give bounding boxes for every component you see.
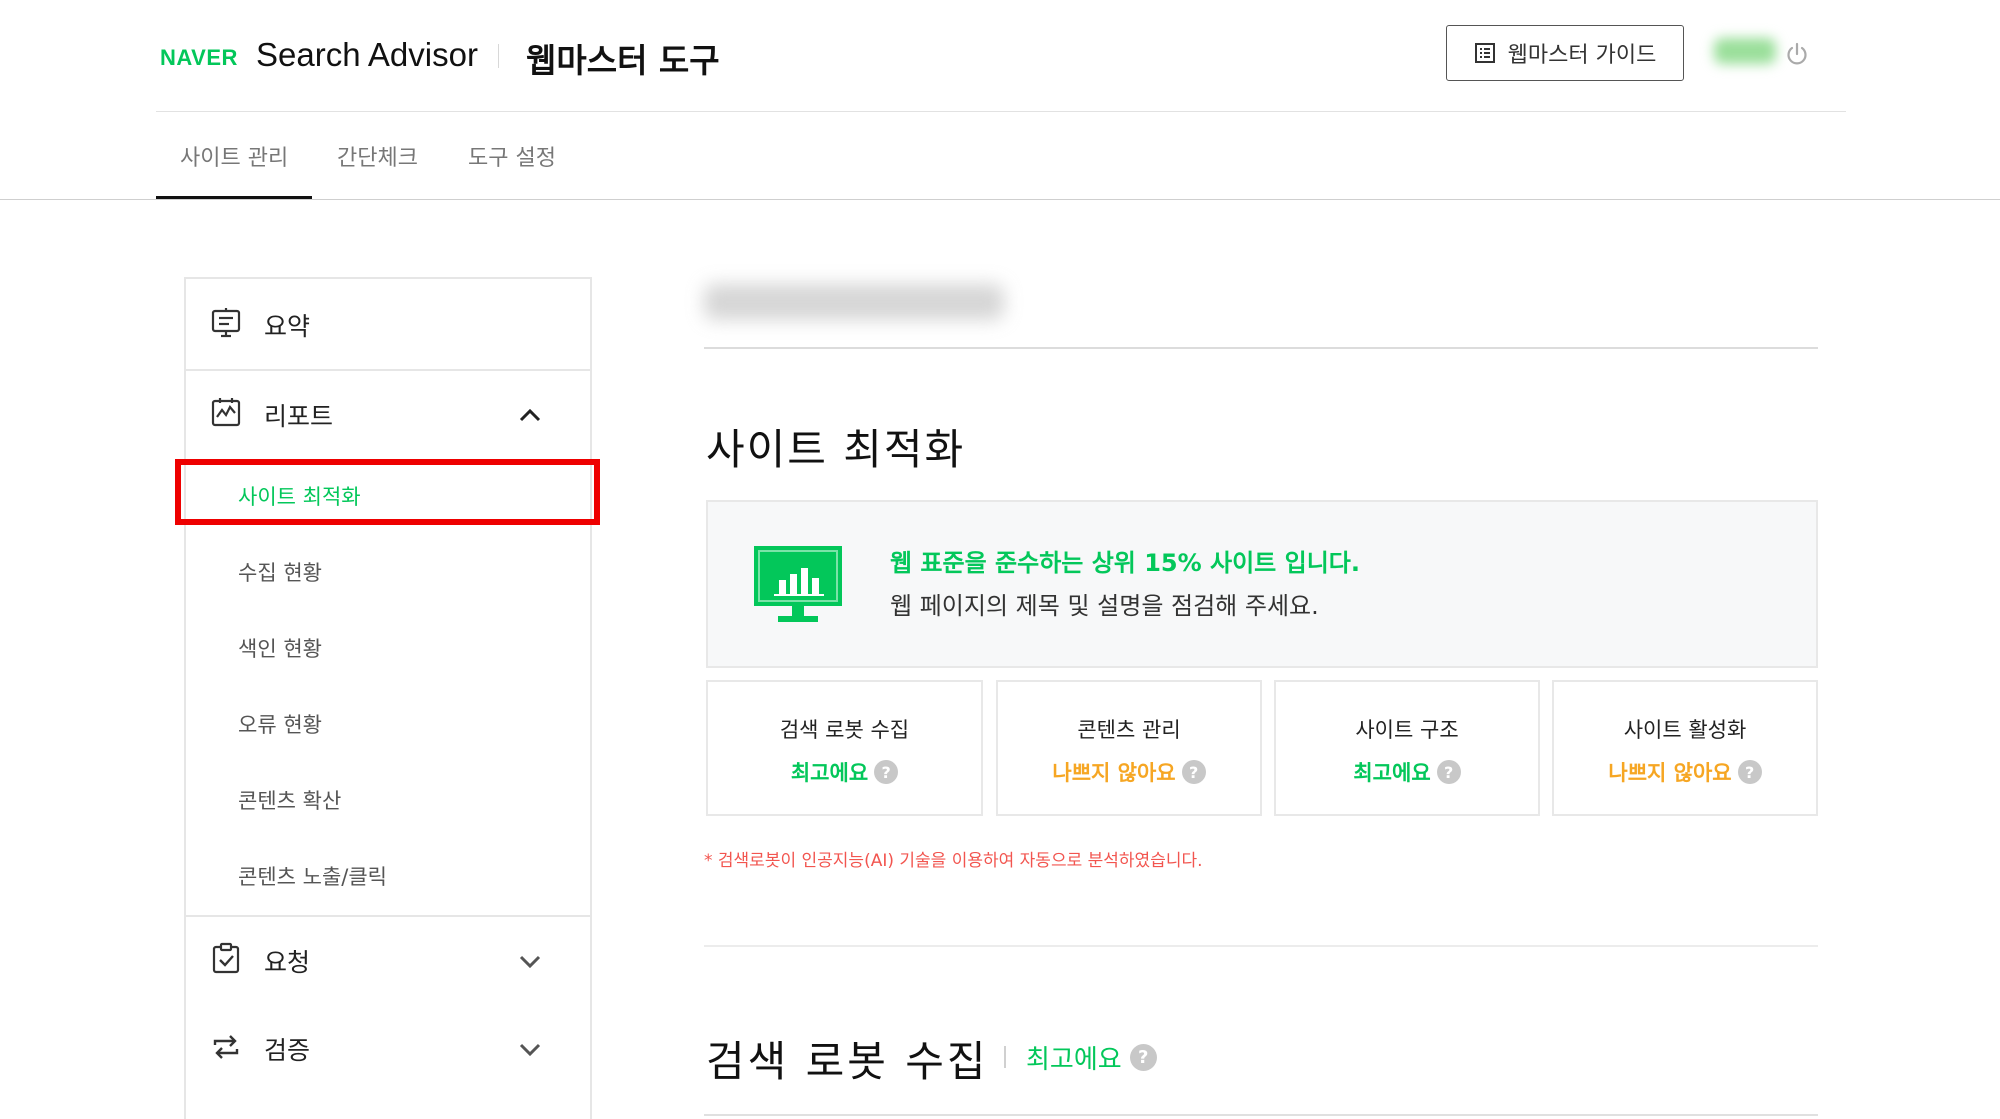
sidebar-subitem-crawl-status[interactable]: 수집 현황 (238, 557, 322, 587)
table-top-border (704, 1114, 1818, 1116)
header-divider (156, 111, 1846, 112)
card-title: 검색 로봇 수집 (779, 718, 910, 742)
help-icon[interactable]: ? (1129, 1044, 1157, 1071)
sidebar-item-label: 검증 (264, 1036, 311, 1065)
card-status: 나쁘지 않아요 (1608, 761, 1732, 785)
card-status: 나쁘지 않아요 (1052, 761, 1176, 785)
sidebar-subitem-index-status[interactable]: 색인 현황 (238, 633, 322, 663)
user-name-blurred[interactable] (1714, 38, 1776, 64)
sidebar-subitem-content-spread[interactable]: 콘텐츠 확산 (238, 785, 341, 815)
score-card-crawl: 검색 로봇 수집 최고에요 ? (706, 680, 983, 816)
help-icon[interactable]: ? (1737, 760, 1762, 784)
webmaster-guide-button[interactable]: 웹마스터 가이드 (1446, 25, 1684, 81)
sidebar-subitem-error-status[interactable]: 오류 현황 (238, 709, 322, 739)
monitor-chart-icon (754, 546, 842, 622)
chevron-down-icon[interactable] (516, 1039, 544, 1059)
card-status: 최고에요 (1353, 761, 1431, 785)
tabs-divider (0, 199, 2000, 200)
score-card-content: 콘텐츠 관리 나쁘지 않아요 ? (996, 680, 1262, 816)
app-name[interactable]: Search Advisor (256, 36, 478, 74)
card-title: 사이트 구조 (1355, 718, 1459, 742)
webmaster-guide-label: 웹마스터 가이드 (1507, 43, 1657, 68)
help-icon[interactable]: ? (1181, 760, 1206, 784)
help-icon[interactable]: ? (1436, 760, 1461, 784)
sidebar-item-label: 리포트 (264, 402, 334, 431)
ai-analysis-note: * 검색로봇이 인공지능(AI) 기술을 이용하여 자동으로 분석하였습니다. (704, 851, 1203, 871)
document-list-icon (1474, 43, 1495, 63)
title-divider (498, 44, 499, 68)
sidebar-item-verify[interactable]: 검증 (186, 1005, 590, 1093)
request-clipboard-check-icon (212, 942, 240, 974)
logout-power-icon[interactable] (1784, 41, 1810, 67)
sidebar-item-label: 요청 (264, 948, 311, 977)
tab-quick-check[interactable]: 간단체크 (337, 140, 418, 172)
help-icon[interactable]: ? (874, 760, 899, 784)
highlight-box (175, 459, 600, 525)
tab-site-management[interactable]: 사이트 관리 (180, 140, 288, 172)
card-title: 사이트 활성화 (1623, 718, 1747, 742)
sidebar-item-report[interactable]: 리포트 (186, 371, 590, 459)
verify-repeat-arrows-icon (213, 1035, 239, 1059)
report-chart-icon (211, 398, 241, 427)
title-divider (1004, 1046, 1006, 1068)
page-title: 웹마스터 도구 (526, 41, 720, 80)
chevron-up-icon[interactable] (516, 405, 544, 425)
crawl-section-title: 검색 로봇 수집 (706, 1037, 989, 1086)
naver-logo[interactable]: NAVER (160, 45, 238, 71)
sidebar-item-request[interactable]: 요청 (186, 917, 590, 1005)
score-card-structure: 사이트 구조 최고에요 ? (1274, 680, 1540, 816)
chevron-down-icon[interactable] (516, 951, 544, 971)
tab-tool-settings[interactable]: 도구 설정 (468, 140, 556, 172)
optimization-summary-box (706, 500, 1818, 668)
card-title: 콘텐츠 관리 (1077, 718, 1181, 742)
sidebar-item-summary[interactable]: 요약 (186, 279, 590, 369)
score-card-activation: 사이트 활성화 나쁘지 않아요 ? (1552, 680, 1818, 816)
url-divider (704, 347, 1818, 349)
crawl-status: 최고에요 ? (1026, 1039, 1157, 1076)
sidebar: 요약 리포트 사이트 최적화 수집 현황 색인 현황 오류 현황 콘텐츠 확산 … (184, 277, 592, 1119)
sidebar-subitem-content-exposure-click[interactable]: 콘텐츠 노출/클릭 (238, 861, 387, 891)
section-divider (704, 945, 1818, 947)
card-status: 최고에요 (790, 761, 869, 785)
summary-subtext: 웹 페이지의 제목 및 설명을 점검해 주세요. (890, 592, 1319, 620)
section-title: 사이트 최적화 (706, 425, 966, 474)
summary-headline: 웹 표준을 준수하는 상위 15% 사이트 입니다. (890, 549, 1360, 577)
sidebar-item-label: 요약 (264, 312, 311, 341)
site-url-blurred (704, 284, 1004, 320)
summary-board-icon (211, 308, 241, 338)
crawl-status-label: 최고에요 (1026, 1045, 1122, 1075)
